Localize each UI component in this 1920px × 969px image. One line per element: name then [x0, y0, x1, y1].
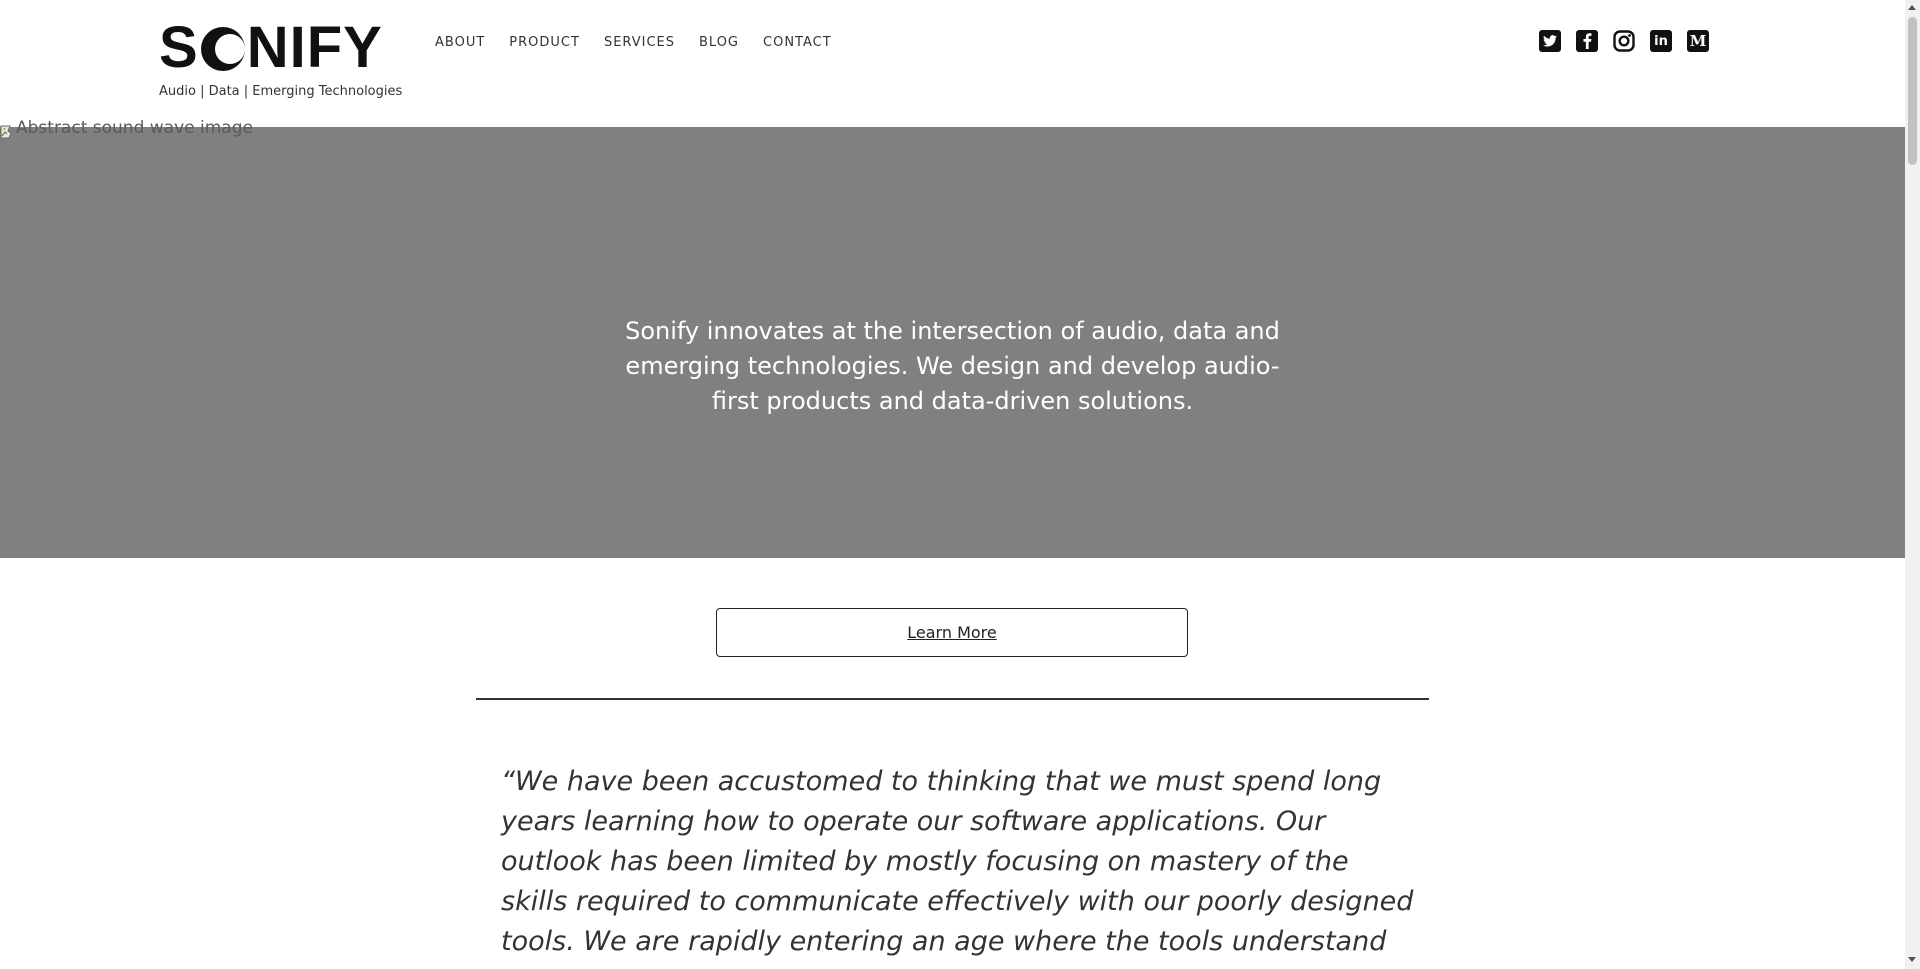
nav-services[interactable]: SERVICES: [604, 35, 675, 50]
site-header: S NIFY Audio | Data | Emerging Technolog…: [0, 0, 1905, 128]
hero-section: Abstract sound wave image Sonify innovat…: [0, 118, 1905, 558]
nav-contact[interactable]: CONTACT: [763, 35, 832, 50]
page-scrollbar[interactable]: [1905, 0, 1920, 969]
learn-more-button[interactable]: Learn More: [716, 608, 1188, 657]
tagline: Audio | Data | Emerging Technologies: [159, 84, 403, 99]
scroll-up-icon[interactable]: [1908, 5, 1916, 10]
linkedin-icon[interactable]: in: [1650, 30, 1672, 52]
social-links: in M: [1539, 30, 1709, 52]
nav-product[interactable]: PRODUCT: [509, 35, 580, 50]
quote-text: “We have been accustomed to thinking tha…: [501, 766, 1414, 969]
scroll-down-icon[interactable]: [1908, 957, 1916, 962]
logo-o-mark-icon: [200, 27, 245, 71]
scrollbar-thumb[interactable]: [1908, 17, 1917, 165]
nav-blog[interactable]: BLOG: [699, 35, 739, 50]
logo-text-end: NIFY: [246, 15, 383, 80]
medium-icon[interactable]: M: [1687, 30, 1709, 52]
main-nav: ABOUT PRODUCT SERVICES BLOG CONTACT: [435, 35, 856, 50]
nav-about[interactable]: ABOUT: [435, 35, 485, 50]
hero-text: Sonify innovates at the intersection of …: [625, 317, 1280, 415]
divider: [476, 698, 1429, 700]
broken-image-icon: [0, 125, 12, 139]
twitter-icon[interactable]: [1539, 30, 1561, 52]
logo[interactable]: S NIFY: [159, 15, 383, 80]
hero-image-broken: Abstract sound wave image: [0, 118, 253, 139]
hero-image-alt-text: Abstract sound wave image: [16, 118, 253, 138]
logo-text-start: S: [159, 15, 199, 80]
page: S NIFY Audio | Data | Emerging Technolog…: [0, 0, 1905, 969]
facebook-icon[interactable]: [1576, 30, 1598, 52]
instagram-icon[interactable]: [1613, 30, 1635, 52]
